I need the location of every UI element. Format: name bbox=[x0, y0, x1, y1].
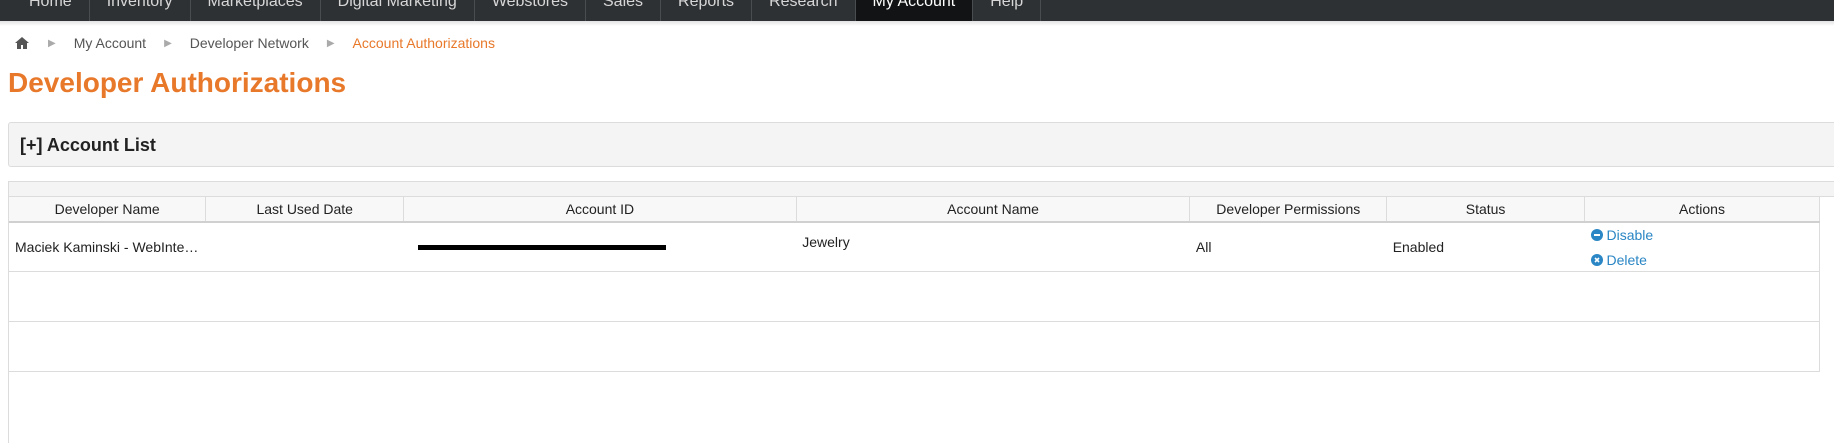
cell-last-used-date bbox=[205, 222, 404, 272]
breadcrumb-developer-network[interactable]: Developer Network bbox=[190, 35, 309, 51]
empty-cell bbox=[796, 321, 1190, 372]
nav-sales[interactable]: Sales bbox=[586, 0, 662, 21]
cell-status: Enabled bbox=[1386, 222, 1585, 272]
nav-shadow bbox=[0, 21, 1834, 26]
nav-marketplaces[interactable]: Marketplaces bbox=[191, 0, 321, 21]
cell-developer-permissions: All bbox=[1189, 222, 1387, 272]
header-developer-name[interactable]: Developer Name bbox=[9, 197, 207, 223]
account-list-toggle[interactable]: [+] Account List bbox=[20, 135, 156, 156]
chevron-right-icon: ▶ bbox=[326, 37, 335, 49]
page-title: Developer Authorizations bbox=[8, 67, 347, 98]
nav-help[interactable]: Help bbox=[973, 0, 1042, 21]
top-navigation: Home Inventory Marketplaces Digital Mark… bbox=[0, 0, 1834, 22]
header-developer-permissions[interactable]: Developer Permissions bbox=[1189, 197, 1388, 223]
nav-research[interactable]: Research bbox=[752, 0, 856, 21]
cell-account-name: Jewelry bbox=[796, 222, 1190, 272]
delete-button[interactable]: Delete bbox=[1590, 250, 1814, 270]
table-row: Maciek Kaminski - WebInte… Jewelry All E… bbox=[9, 222, 1820, 272]
disable-label: Disable bbox=[1606, 226, 1654, 243]
account-list-panel: [+] Account List bbox=[8, 122, 1834, 167]
authorizations-table-container: Developer Name Last Used Date Account ID… bbox=[8, 181, 1834, 443]
table-toolbar-strip bbox=[9, 182, 1834, 197]
empty-cell bbox=[1189, 271, 1387, 322]
minus-circle-icon bbox=[1590, 228, 1603, 241]
cell-developer-name: Maciek Kaminski - WebInte… bbox=[9, 222, 206, 272]
empty-cell bbox=[1386, 321, 1585, 372]
cell-account-id bbox=[403, 222, 797, 272]
empty-cell bbox=[9, 271, 206, 322]
header-account-id[interactable]: Account ID bbox=[403, 197, 797, 223]
empty-cell bbox=[1584, 321, 1820, 372]
empty-cell bbox=[1386, 271, 1585, 322]
chevron-right-icon: ▶ bbox=[164, 37, 172, 49]
empty-cell bbox=[1584, 271, 1820, 322]
empty-cell bbox=[205, 321, 404, 372]
cell-actions: Disable Delete bbox=[1584, 222, 1820, 272]
nav-digital-marketing[interactable]: Digital Marketing bbox=[321, 0, 475, 21]
empty-cell bbox=[796, 271, 1190, 322]
nav-reports[interactable]: Reports bbox=[661, 0, 753, 21]
header-last-used-date[interactable]: Last Used Date bbox=[205, 197, 405, 223]
breadcrumb-account-authorizations: Account Authorizations bbox=[352, 35, 495, 51]
home-icon[interactable] bbox=[14, 35, 30, 51]
header-account-name[interactable]: Account Name bbox=[796, 197, 1191, 223]
nav-list: Home Inventory Marketplaces Digital Mark… bbox=[0, 0, 1834, 21]
table-header-row: Developer Name Last Used Date Account ID… bbox=[9, 197, 1820, 223]
header-status[interactable]: Status bbox=[1386, 197, 1585, 223]
empty-cell bbox=[403, 271, 797, 322]
authorizations-table: Developer Name Last Used Date Account ID… bbox=[9, 197, 1820, 372]
redacted-account-id bbox=[417, 244, 666, 250]
chevron-right-icon: ▶ bbox=[48, 37, 56, 49]
empty-cell bbox=[205, 271, 404, 322]
account-name: Jewelry bbox=[802, 234, 850, 250]
empty-cell bbox=[1189, 321, 1387, 372]
nav-webstores[interactable]: Webstores bbox=[475, 0, 586, 21]
nav-home[interactable]: Home bbox=[12, 0, 90, 21]
disable-button[interactable]: Disable bbox=[1590, 225, 1814, 245]
nav-my-account[interactable]: My Account bbox=[855, 0, 974, 21]
close-circle-icon bbox=[1590, 253, 1603, 266]
table-row-empty bbox=[9, 271, 1820, 322]
delete-label: Delete bbox=[1606, 251, 1647, 268]
empty-cell bbox=[9, 321, 206, 372]
empty-cell bbox=[403, 321, 797, 372]
breadcrumb: ▶ My Account ▶ Developer Network ▶ Accou… bbox=[14, 34, 495, 52]
table-row-empty bbox=[9, 321, 1820, 372]
nav-inventory[interactable]: Inventory bbox=[90, 0, 191, 21]
header-actions: Actions bbox=[1584, 197, 1820, 223]
breadcrumb-my-account[interactable]: My Account bbox=[74, 35, 146, 51]
developer-name: Maciek Kaminski - WebInte… bbox=[15, 239, 199, 255]
